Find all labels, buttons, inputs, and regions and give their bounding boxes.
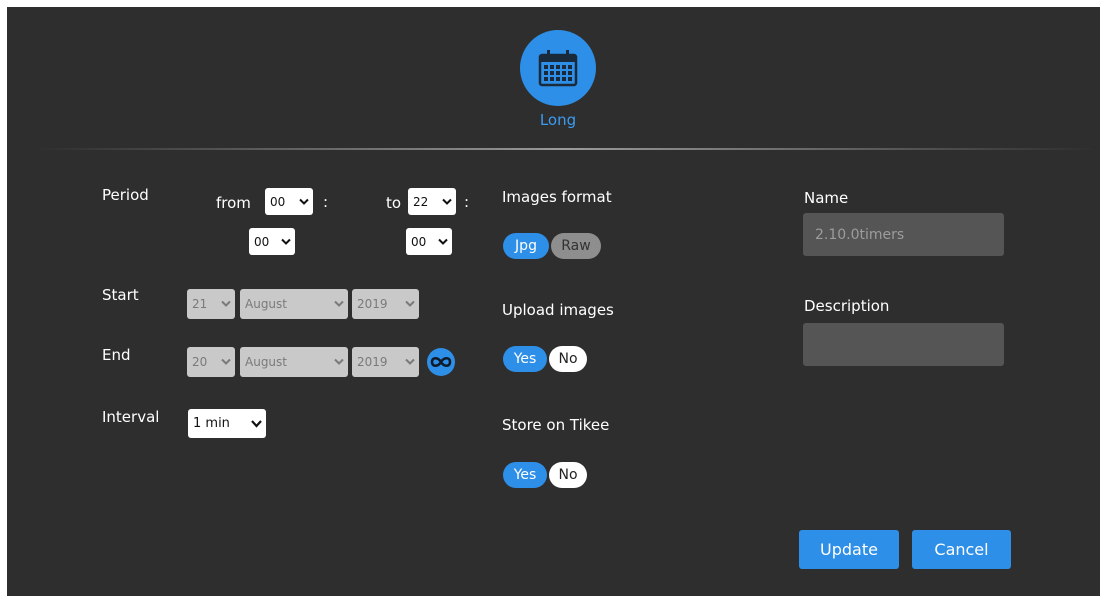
from-minute-value: 00 [254, 234, 270, 249]
upload-no-option[interactable]: No [549, 346, 587, 372]
end-month-select[interactable]: August [240, 347, 348, 377]
calendar-icon [520, 30, 596, 106]
chevron-down-icon [221, 358, 231, 365]
start-day-select[interactable]: 21 [187, 289, 235, 319]
name-field[interactable]: 2.10.0timers [803, 213, 1004, 256]
chevron-down-icon [442, 198, 452, 205]
start-month-value: August [245, 297, 287, 311]
update-button[interactable]: Update [799, 530, 899, 569]
from-separator: : [323, 193, 329, 211]
description-field[interactable] [803, 323, 1004, 366]
name-label: Name [804, 189, 849, 207]
store-no-option[interactable]: No [549, 462, 587, 488]
header-divider [37, 148, 1097, 150]
to-minute-value: 00 [411, 234, 427, 249]
end-month-value: August [245, 355, 287, 369]
chevron-down-icon [281, 238, 291, 245]
chevron-down-icon [299, 198, 309, 205]
format-jpg-option[interactable]: Jpg [503, 233, 549, 259]
end-year-select[interactable]: 2019 [352, 347, 419, 377]
to-minute-select[interactable]: 00 [406, 228, 452, 255]
end-day-select[interactable]: 20 [187, 347, 235, 377]
to-hour-select[interactable]: 22 [408, 188, 456, 215]
upload-images-label: Upload images [502, 301, 614, 319]
end-year-value: 2019 [357, 355, 388, 369]
format-raw-option[interactable]: Raw [551, 233, 601, 259]
interval-label: Interval [102, 408, 160, 426]
interval-select[interactable]: 1 min [188, 409, 266, 438]
store-yes-option[interactable]: Yes [503, 462, 547, 488]
to-separator: : [464, 193, 470, 211]
start-year-value: 2019 [357, 297, 388, 311]
chevron-down-icon [334, 358, 344, 365]
period-label: Period [102, 186, 149, 204]
start-year-select[interactable]: 2019 [352, 289, 419, 319]
chevron-down-icon [251, 419, 262, 428]
start-label: Start [102, 286, 139, 304]
from-hour-select[interactable]: 00 [265, 188, 313, 215]
chevron-down-icon [405, 358, 415, 365]
to-hour-value: 22 [413, 194, 429, 209]
from-minute-select[interactable]: 00 [249, 228, 295, 255]
mode-label: Long [539, 111, 577, 129]
chevron-down-icon [405, 300, 415, 307]
description-label: Description [804, 297, 890, 315]
from-label: from [216, 194, 251, 212]
infinity-icon[interactable] [427, 348, 455, 376]
upload-yes-option[interactable]: Yes [503, 346, 547, 372]
chevron-down-icon [438, 238, 448, 245]
chevron-down-icon [334, 300, 344, 307]
store-on-tikee-label: Store on Tikee [502, 416, 610, 434]
chevron-down-icon [221, 300, 231, 307]
end-label: End [102, 346, 131, 364]
cancel-button[interactable]: Cancel [912, 530, 1011, 569]
interval-value: 1 min [193, 416, 230, 431]
images-format-label: Images format [502, 188, 612, 206]
end-day-value: 20 [192, 355, 208, 369]
name-field-value: 2.10.0timers [815, 226, 905, 243]
from-hour-value: 00 [270, 194, 286, 209]
start-month-select[interactable]: August [240, 289, 348, 319]
to-label: to [386, 194, 402, 212]
timelapse-settings-panel: Long Period from 00 : 00 to 22 : 00 Star… [7, 7, 1100, 596]
start-day-value: 21 [192, 297, 208, 311]
